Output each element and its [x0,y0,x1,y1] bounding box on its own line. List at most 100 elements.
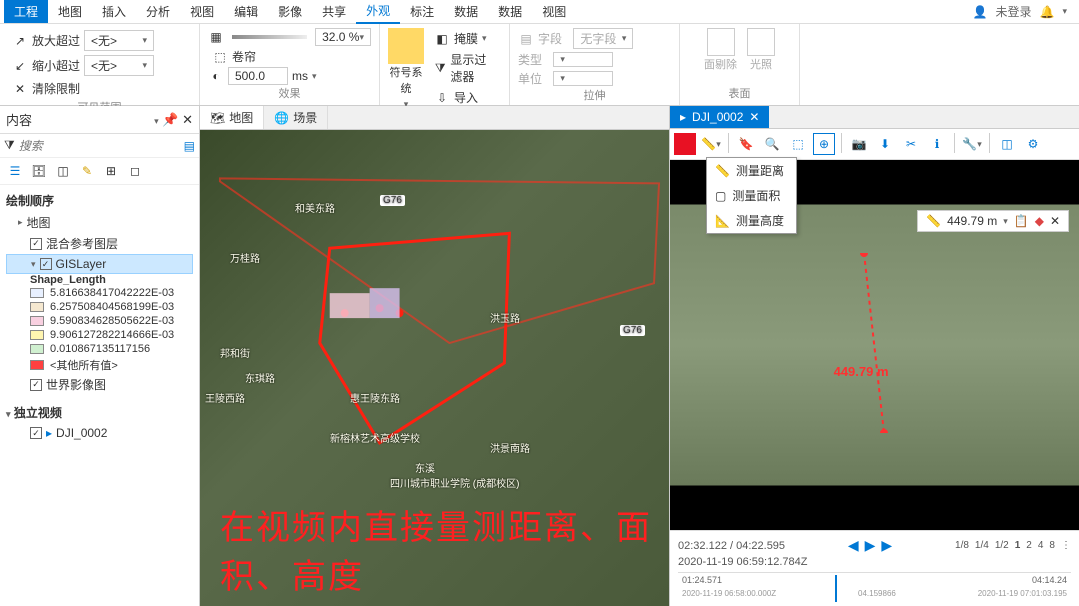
speed-1[interactable]: 1 [1015,540,1021,551]
mask[interactable]: ◧掩膜▾ [430,28,501,49]
map-canvas[interactable]: 和美东路 G76 洪玉路 洪景南路 惠王陵东路 邦和街 东琪路 王陵西路 万桂路… [200,130,669,606]
legend-item-2[interactable]: 9.590834628505622E-03 [6,314,193,328]
zoom-button[interactable]: 🔍 [761,133,783,155]
frame-button[interactable]: ⬚ [787,133,809,155]
shrink-beyond-label: 缩小超过 [32,57,80,74]
export-frame-button[interactable]: 📷 [848,133,870,155]
tab-map[interactable]: 地图 [48,0,92,23]
tab-share[interactable]: 共享 [312,0,356,23]
mixed-ref-layer[interactable]: ✓混合参考图层 [6,233,193,254]
clip-button[interactable]: ✂ [900,133,922,155]
tab-insert[interactable]: 插入 [92,0,136,23]
step-fwd-button[interactable]: ▶ [881,537,892,554]
legend-item-3[interactable]: 9.906127282214666E-03 [6,328,193,342]
tab-data2[interactable]: 数据 [488,0,532,23]
bell-icon[interactable]: 🔔 [1040,5,1055,19]
height-icon: 📐 [715,214,730,228]
map-tab-map[interactable]: 🗺地图 [200,106,264,129]
speed-8[interactable]: 8 [1049,540,1055,551]
speed-1-2[interactable]: 1/2 [995,540,1009,551]
stretch-scale-dropdown: 无字段▾ [573,28,633,49]
clear-limit[interactable]: ✕清除限制 [8,78,191,99]
transparency-icon[interactable]: ▦ [208,29,224,45]
import[interactable]: ⇩导入 [430,87,501,108]
tools-button[interactable]: 🔧▾ [961,133,983,155]
record-button[interactable] [674,133,696,155]
close-icon[interactable]: ✕ [749,110,759,124]
list-by-source-icon[interactable]: 🗄 [30,162,48,180]
step-back-button[interactable]: ◀ [848,537,859,554]
target-button[interactable]: ⊕ [813,133,835,155]
legend-item-1[interactable]: 6.257508404568199E-03 [6,300,193,314]
play-button[interactable]: ▶ [865,537,876,554]
swipe[interactable]: ⬚卷帘 [208,46,371,67]
content-close-icon[interactable]: ✕ [182,112,193,127]
chevron-down-icon[interactable]: ▾ [1062,6,1067,17]
road-label-8: 万桂路 [230,250,260,265]
playhead[interactable] [835,575,837,602]
video-item[interactable]: ✓▸DJI_0002 [6,424,193,442]
face-cull-label: 面剔除 [704,56,737,72]
shrink-beyond[interactable]: ↙缩小超过<无>▾ [8,53,191,78]
speed-2[interactable]: 2 [1026,540,1032,551]
tab-project[interactable]: 工程 [4,0,48,23]
map-node[interactable]: ▸地图 [6,212,193,233]
shape-length-header: Shape_Length [6,274,193,286]
search-input[interactable] [19,139,180,153]
list-by-editing-icon[interactable]: ✎ [78,162,96,180]
tab-appearance[interactable]: 外观 [356,0,400,24]
list-by-selection-icon[interactable]: ◫ [54,162,72,180]
shrink-beyond-dropdown[interactable]: <无>▾ [84,55,154,76]
timeline-start: 01:24.571 [682,575,722,585]
bookmark-button[interactable]: 🔖 [735,133,757,155]
legend-item-5[interactable]: <其他所有值> [6,356,193,374]
legend-item-0[interactable]: 5.816638417042222E-03 [6,286,193,300]
tab-view2[interactable]: 视图 [532,0,576,23]
flicker-value[interactable]: 500.0 [228,67,288,85]
settings-button[interactable]: ⚙ [1022,133,1044,155]
zoom-beyond[interactable]: ↗放大超过<无>▾ [8,28,191,53]
video-timeline[interactable]: 01:24.571 04:14.24 2020-11-19 06:58:00.0… [678,572,1071,602]
list-by-snapping-icon[interactable]: ⊞ [102,162,120,180]
legend-item-4[interactable]: 0.010867135117156 [6,342,193,356]
tab-label[interactable]: 标注 [400,0,444,23]
zoom-beyond-dropdown[interactable]: <无>▾ [84,30,154,51]
content-menu-icon[interactable]: ▾ [154,116,159,126]
measure-button[interactable]: 📏▾ [700,133,722,155]
transparency-value[interactable]: 32.0 %▾ [315,28,371,46]
tab-data1[interactable]: 数据 [444,0,488,23]
tab-imagery[interactable]: 影像 [268,0,312,23]
split-button[interactable]: ◫ [996,133,1018,155]
tab-edit[interactable]: 编辑 [224,0,268,23]
list-by-drawing-icon[interactable]: ☰ [6,162,24,180]
tab-view[interactable]: 视图 [180,0,224,23]
measure-value: 449.79 m [947,214,997,228]
measure-height[interactable]: 📐测量高度 [707,208,796,233]
filter-icon[interactable]: ⧩ [4,138,15,153]
gis-layer[interactable]: ▾✓GISLayer [6,254,193,274]
speed-1-8[interactable]: 1/8 [955,540,969,551]
transparency-slider[interactable] [232,35,307,39]
map-tab-scene[interactable]: 🌐场景 [264,106,328,129]
speed-1-4[interactable]: 1/4 [975,540,989,551]
list-by-labeling-icon[interactable]: ◻ [126,162,144,180]
close-badge-icon[interactable]: ✕ [1050,214,1060,228]
flicker-icon[interactable]: ◐ [208,68,224,84]
metadata-button[interactable]: ℹ [926,133,948,155]
speed-menu-icon[interactable]: ⋮ [1061,540,1071,551]
search-menu-icon[interactable]: ▤ [184,139,195,153]
tab-analysis[interactable]: 分析 [136,0,180,23]
speed-4[interactable]: 4 [1038,540,1044,551]
symbology-icon[interactable] [388,28,424,64]
highway-badge-g76-2: G76 [620,325,645,336]
world-imagery-layer[interactable]: ✓世界影像图 [6,374,193,395]
clear-icon[interactable]: ◆ [1035,214,1044,228]
measure-area[interactable]: ▢测量面积 [707,183,796,208]
content-pin-icon[interactable]: 📌 [162,112,178,127]
login-status[interactable]: 未登录 [996,3,1032,20]
video-tab[interactable]: ▸DJI_0002✕ [670,106,769,128]
measure-distance[interactable]: 📏测量距离 [707,158,796,183]
display-filter[interactable]: ⧩显示过滤器 [430,49,501,87]
export-button[interactable]: ⬇ [874,133,896,155]
copy-icon[interactable]: 📋 [1014,214,1029,228]
